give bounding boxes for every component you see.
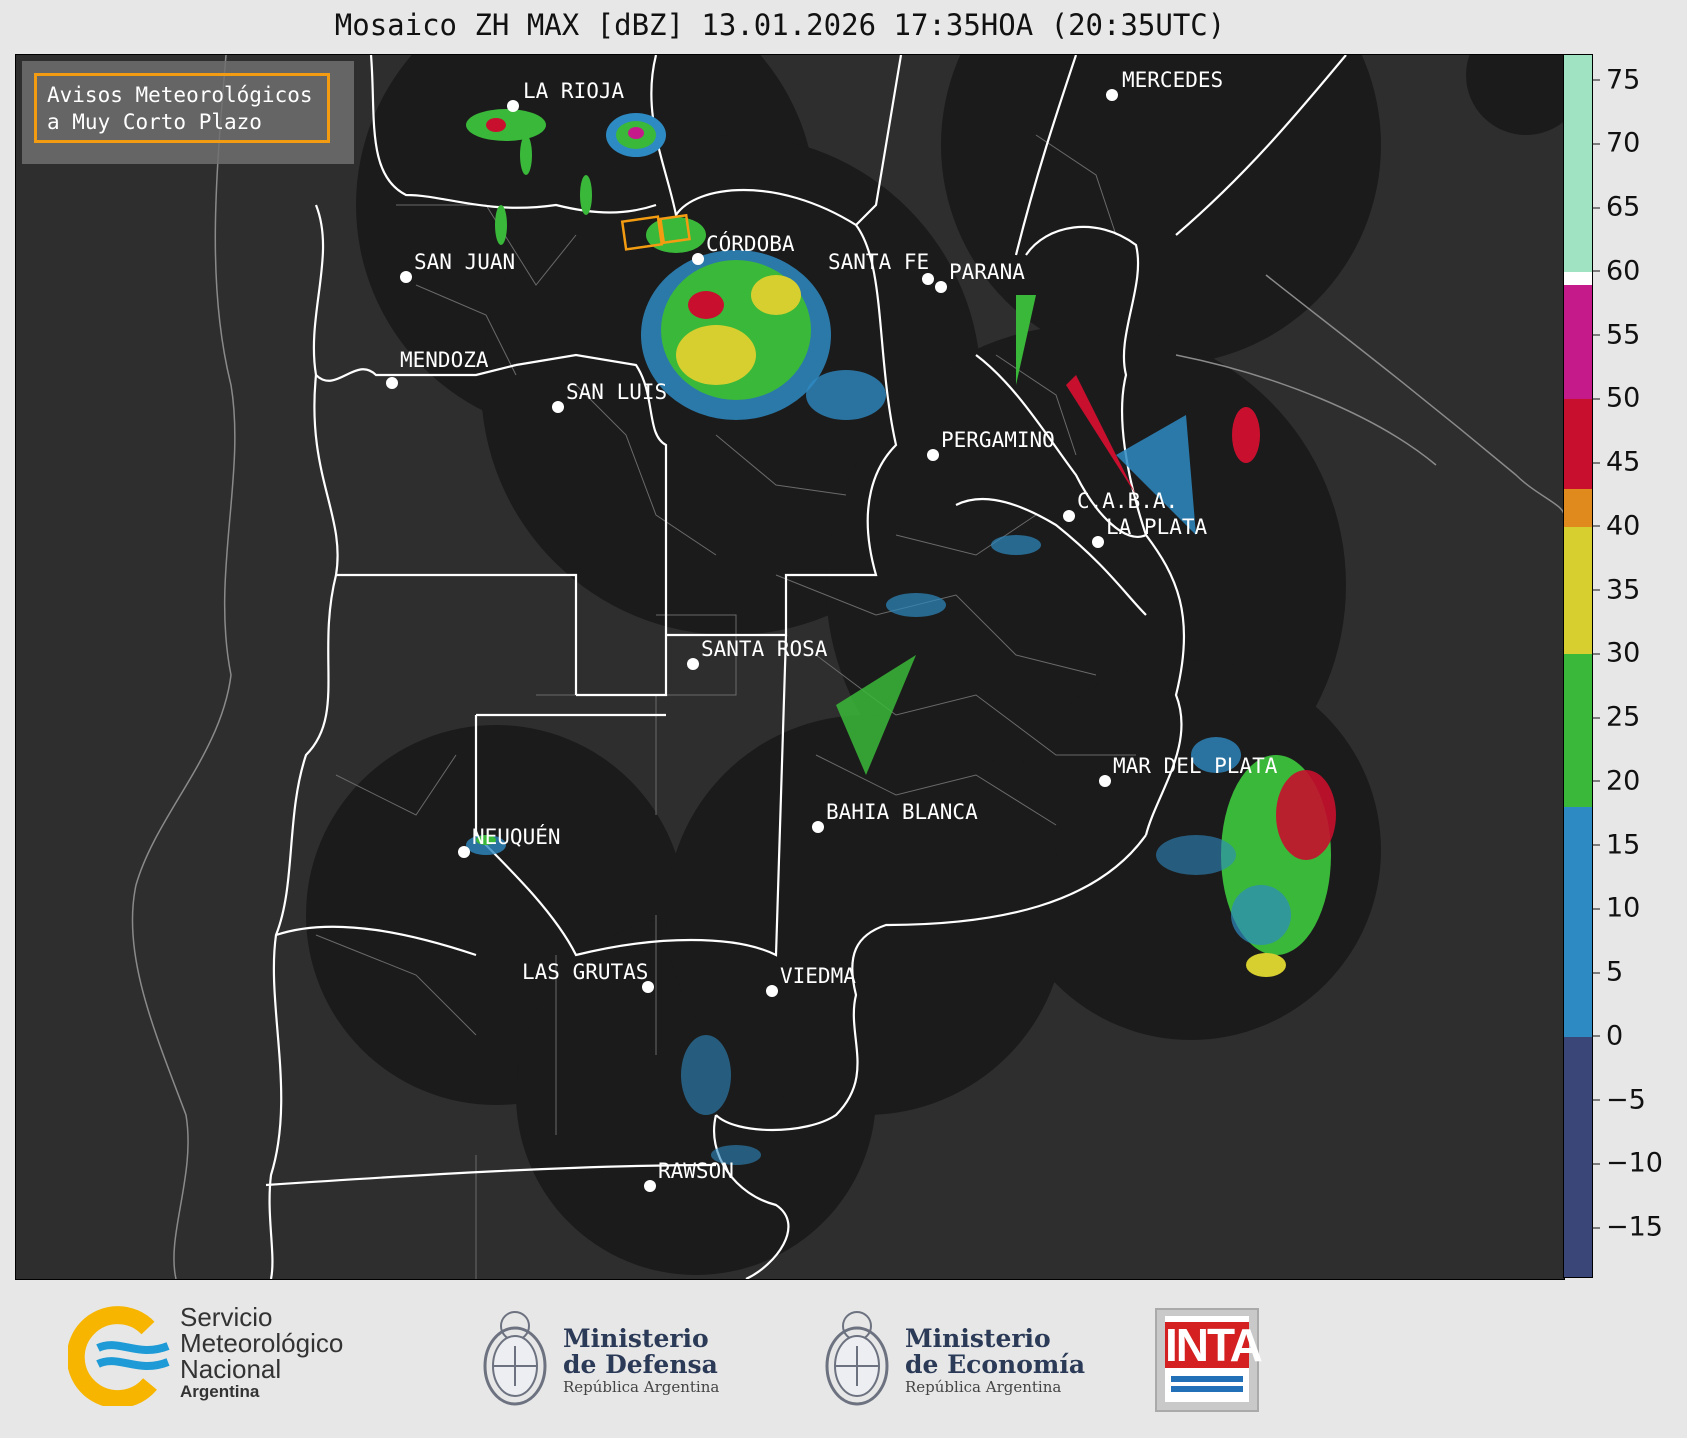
city-label: NEUQUÉN (472, 824, 561, 849)
city-dot (692, 253, 704, 265)
colorbar-band (1564, 271, 1592, 285)
colorbar-tick-label: −5 (1592, 1084, 1646, 1115)
city-marker[interactable]: SANTA ROSA (687, 637, 828, 670)
inta-logo: INTA (1155, 1308, 1263, 1412)
alert-link-box[interactable]: Avisos Meteorológicos a Muy Corto Plazo (34, 73, 330, 143)
smn-sub: Argentina (180, 1382, 260, 1401)
economia-sub: República Argentina (905, 1378, 1062, 1396)
colorbar-band (1564, 1036, 1592, 1277)
city-label: VIEDMA (780, 964, 856, 988)
colorbar-tick-label: 15 (1591, 829, 1640, 860)
defensa-logo-text: Ministerio de Defensa República Argentin… (563, 1324, 720, 1397)
alert-panel[interactable]: Avisos Meteorológicos a Muy Corto Plazo (22, 61, 354, 164)
colorbar-tick-label: 70 (1591, 128, 1640, 159)
colorbar-tick-label: 75 (1591, 64, 1640, 95)
radar-coverage-areas (306, 55, 1564, 1275)
city-dot (1063, 510, 1075, 522)
colorbar-band (1564, 399, 1592, 489)
colorbar-band (1564, 55, 1592, 272)
city-label: MENDOZA (400, 348, 489, 372)
city-label: LAS GRUTAS (522, 960, 648, 984)
colorbar-tick-label: −10 (1592, 1148, 1663, 1179)
colorbar-tick-label: 45 (1591, 447, 1640, 478)
city-label: MERCEDES (1122, 68, 1223, 92)
city-dot (766, 985, 778, 997)
alert-line-2: a Muy Corto Plazo (47, 110, 262, 134)
city-dot (400, 271, 412, 283)
city-dot (1092, 536, 1104, 548)
city-dot (927, 449, 939, 461)
city-label: CÓRDOBA (706, 231, 795, 256)
defensa-seal-icon (480, 1296, 550, 1412)
defensa-sub: República Argentina (563, 1378, 720, 1396)
smn-logo-text: Servicio Meteorológico Nacional Argentin… (180, 1304, 343, 1402)
city-dot (507, 100, 519, 112)
colorbar-tick-label: 10 (1591, 893, 1640, 924)
city-dot (1099, 775, 1111, 787)
coverage-edge (1466, 55, 1564, 135)
city-label: PARANA (949, 260, 1025, 284)
colorbar-tick-label: 60 (1591, 255, 1640, 286)
radar-map[interactable]: LA RIOJA CÓRDOBA SAN JUAN MENDOZA SAN LUIS SA… (15, 54, 1565, 1280)
colorbar-band (1564, 526, 1592, 655)
city-dot (1106, 89, 1118, 101)
defensa-line-2: de Defensa (563, 1350, 718, 1379)
colorbar-tick-label: 25 (1591, 702, 1640, 733)
colorbar-tick-label: 35 (1591, 574, 1640, 605)
city-dot (935, 281, 947, 293)
colorbar-tick-label: 0 (1591, 1020, 1623, 1051)
city-dot (458, 846, 470, 858)
defensa-line-1: Ministerio (563, 1324, 709, 1353)
map-canvas: LA RIOJA CÓRDOBA SAN JUAN MENDOZA SAN LUIS SA… (131, 55, 1564, 1279)
economia-line-1: Ministerio (905, 1324, 1051, 1353)
colorbar-tick-label: 40 (1591, 510, 1640, 541)
colorbar-tick-label: 65 (1591, 192, 1640, 223)
alert-line-1: Avisos Meteorológicos (47, 83, 313, 107)
smn-line-3: Nacional (180, 1354, 282, 1384)
colorbar-tick-label: 30 (1591, 638, 1640, 669)
economia-logo-text: Ministerio de Economía República Argenti… (905, 1324, 1086, 1397)
city-dot (552, 401, 564, 413)
smn-line-2: Meteorológico (180, 1328, 344, 1358)
economia-seal-icon (822, 1296, 892, 1412)
colorbar-band (1564, 488, 1592, 527)
colorbar-band (1564, 284, 1592, 400)
map-title: Mosaico ZH MAX [dBZ] 13.01.2026 17:35HOA… (334, 8, 1226, 42)
colorbar-band (1564, 654, 1592, 808)
dbz-colorbar (1563, 54, 1593, 1278)
city-label: LA RIOJA (523, 79, 625, 103)
colorbar-tick-label: 20 (1591, 765, 1640, 796)
city-dot (386, 377, 398, 389)
city-label: SANTA FE (828, 250, 929, 274)
smn-line-1: Servicio (180, 1302, 273, 1332)
city-label: SAN LUIS (566, 380, 667, 404)
city-label: LA PLATA (1106, 515, 1208, 539)
colorbar-tick-label: 5 (1591, 957, 1623, 988)
city-label: MAR DEL PLATA (1113, 754, 1278, 778)
colorbar-tick-label: 55 (1591, 319, 1640, 350)
city-dot (922, 273, 934, 285)
colorbar-band (1564, 807, 1592, 1037)
colorbar-tick-label: 50 (1591, 383, 1640, 414)
inta-wordmark: INTA (1165, 1319, 1263, 1371)
city-dot (644, 1180, 656, 1192)
city-label: SAN JUAN (414, 250, 515, 274)
colorbar-tick-label: −15 (1592, 1212, 1663, 1243)
economia-line-2: de Economía (905, 1350, 1086, 1379)
city-label: RAWSON (658, 1159, 734, 1183)
city-label: BAHIA BLANCA (826, 800, 978, 824)
city-dot (687, 658, 699, 670)
city-label: SANTA ROSA (701, 637, 828, 661)
smn-logo-icon (66, 1306, 178, 1409)
city-label: C.A.B.A. (1077, 489, 1178, 513)
coverage-mercedes (941, 55, 1381, 365)
footer-logos: Servicio Meteorológico Nacional Argentin… (0, 1278, 1687, 1438)
city-label: PERGAMINO (941, 428, 1055, 452)
city-dot (812, 821, 824, 833)
